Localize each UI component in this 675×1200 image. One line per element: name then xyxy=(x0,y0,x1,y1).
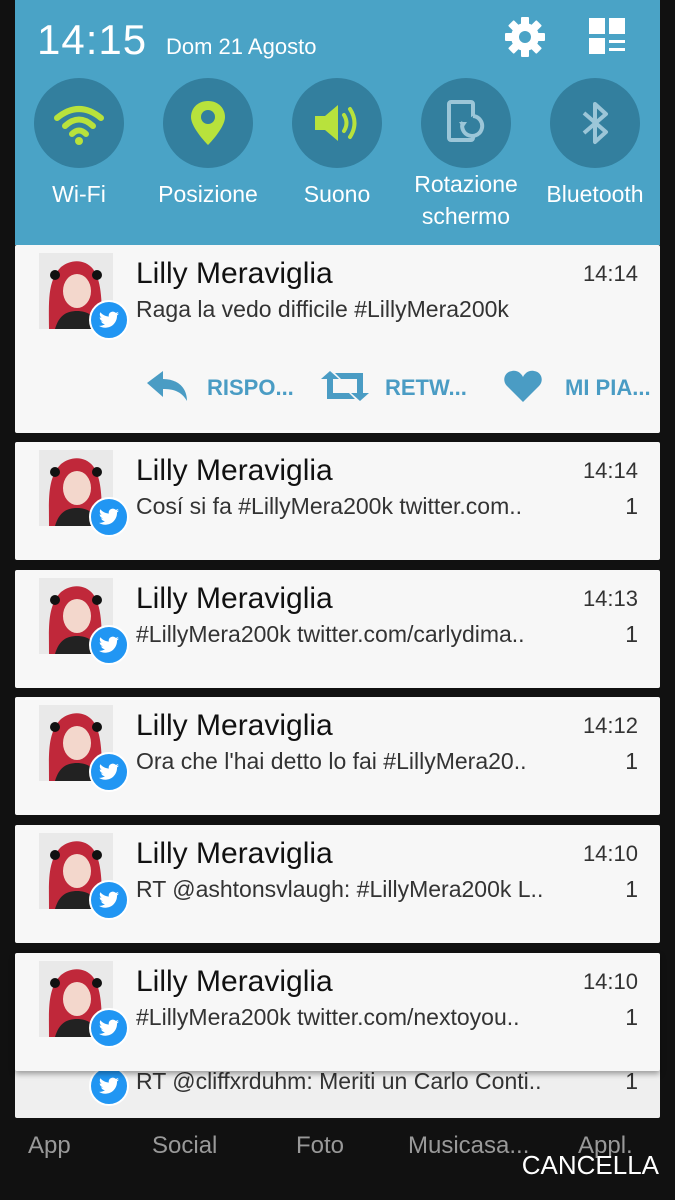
sound-icon xyxy=(292,78,382,168)
notification-sender: Lilly Meraviglia xyxy=(136,837,333,870)
notification-message: #LillyMera200k twitter.com/nextoyou.. xyxy=(136,1004,520,1030)
reply-icon xyxy=(147,371,187,401)
notification-card[interactable]: Lilly Meraviglia 14:13 #LillyMera200k tw… xyxy=(15,570,660,688)
notification-card[interactable]: Lilly Meraviglia 14:12 Ora che l'hai det… xyxy=(15,697,660,815)
bg-label-app: App xyxy=(28,1132,71,1159)
wifi-icon xyxy=(34,78,124,168)
retweet-button[interactable]: RETW... xyxy=(319,363,489,413)
tile-sound[interactable]: Suono xyxy=(273,78,401,210)
notification-count: 1 xyxy=(625,1068,638,1094)
notification-count: 1 xyxy=(625,748,638,774)
notification-card[interactable]: Lilly Meraviglia 14:10 RT @ashtonsvlaugh… xyxy=(15,825,660,943)
clock: 14:15 xyxy=(37,16,148,63)
notification-time: 14:12 xyxy=(582,713,638,738)
twitter-badge-icon xyxy=(89,497,129,537)
notification-message: RT @ashtonsvlaugh: #LillyMera200k L.. xyxy=(136,876,544,902)
notification-sender: Lilly Meraviglia xyxy=(136,582,333,615)
notification-message: #LillyMera200k twitter.com/carlydima.. xyxy=(136,621,525,647)
tile-rotation[interactable]: Rotazione schermo xyxy=(402,78,530,232)
bg-label-social: Social xyxy=(152,1132,218,1159)
bg-label-foto: Foto xyxy=(296,1132,345,1159)
quick-settings-panel: 14:15 Dom 21 Agosto Wi-Fi Posizione Suon… xyxy=(15,0,660,245)
tile-location-label: Posizione xyxy=(158,181,258,207)
tile-bluetooth[interactable]: Bluetooth xyxy=(531,78,659,210)
notification-card[interactable]: Lilly Meraviglia 14:14 Raga la vedo diff… xyxy=(15,245,660,433)
notification-sender: Lilly Meraviglia xyxy=(136,454,333,487)
twitter-badge-icon xyxy=(89,752,129,792)
notification-time: 14:14 xyxy=(582,458,638,483)
location-icon xyxy=(163,78,253,168)
notification-time: 14:10 xyxy=(582,969,638,994)
tile-location[interactable]: Posizione xyxy=(144,78,272,210)
notification-sender: Lilly Meraviglia xyxy=(136,257,333,290)
tile-rotation-label: Rotazione schermo xyxy=(402,168,530,232)
date: Dom 21 Agosto xyxy=(166,34,317,59)
twitter-badge-icon xyxy=(89,1066,129,1106)
tile-bluetooth-label: Bluetooth xyxy=(546,181,644,207)
tile-rotation-label-line1: Rotazione xyxy=(414,171,518,197)
notification-message: Ora che l'hai detto lo fai #LillyMera20.… xyxy=(136,748,527,774)
notification-message: Cosí si fa #LillyMera200k twitter.com.. xyxy=(136,493,523,519)
notification-time: 14:13 xyxy=(582,586,638,611)
tile-sound-label: Suono xyxy=(303,181,371,207)
notification-card[interactable]: Lilly Meraviglia 14:14 Cosí si fa #Lilly… xyxy=(15,442,660,560)
retweet-label: RETW... xyxy=(385,375,467,400)
twitter-badge-icon xyxy=(89,880,129,920)
heart-icon xyxy=(504,370,542,402)
bluetooth-icon xyxy=(550,78,640,168)
notification-message: RT @cliffxrduhm: Meriti un Carlo Conti.. xyxy=(136,1068,542,1094)
tile-wifi[interactable]: Wi-Fi xyxy=(15,78,143,210)
notification-count: 1 xyxy=(625,1004,638,1030)
retweet-icon xyxy=(321,371,369,401)
tile-rotation-label-line2: schermo xyxy=(421,203,511,229)
notification-count: 1 xyxy=(625,621,638,647)
rotation-icon xyxy=(421,78,511,168)
reply-label: RISPO... xyxy=(207,375,294,400)
bg-label-music: Musicasa... xyxy=(408,1132,530,1159)
notification-count: 1 xyxy=(625,493,638,519)
notification-sender: Lilly Meraviglia xyxy=(136,709,333,742)
tile-wifi-label: Wi-Fi xyxy=(52,181,106,207)
notification-time: 14:14 xyxy=(582,261,638,286)
twitter-badge-icon xyxy=(89,1008,129,1048)
notification-message: Raga la vedo difficile #LillyMera200k xyxy=(136,296,509,322)
notification-count: 1 xyxy=(625,876,638,902)
notification-time: 14:10 xyxy=(582,841,638,866)
like-button[interactable]: MI PIA... xyxy=(503,363,658,413)
twitter-badge-icon xyxy=(89,625,129,665)
notification-card[interactable]: Lilly Meraviglia 14:10 #LillyMera200k tw… xyxy=(15,953,660,1071)
settings-gear-icon[interactable] xyxy=(503,15,547,59)
clear-all-button[interactable]: CANCELLA xyxy=(522,1150,659,1181)
notification-actions: RISPO... RETW... MI PIA... xyxy=(15,363,660,413)
twitter-badge-icon xyxy=(89,300,129,340)
reply-button[interactable]: RISPO... xyxy=(145,363,305,413)
like-label: MI PIA... xyxy=(565,375,651,400)
edit-tiles-icon[interactable] xyxy=(587,16,627,56)
notification-sender: Lilly Meraviglia xyxy=(136,965,333,998)
